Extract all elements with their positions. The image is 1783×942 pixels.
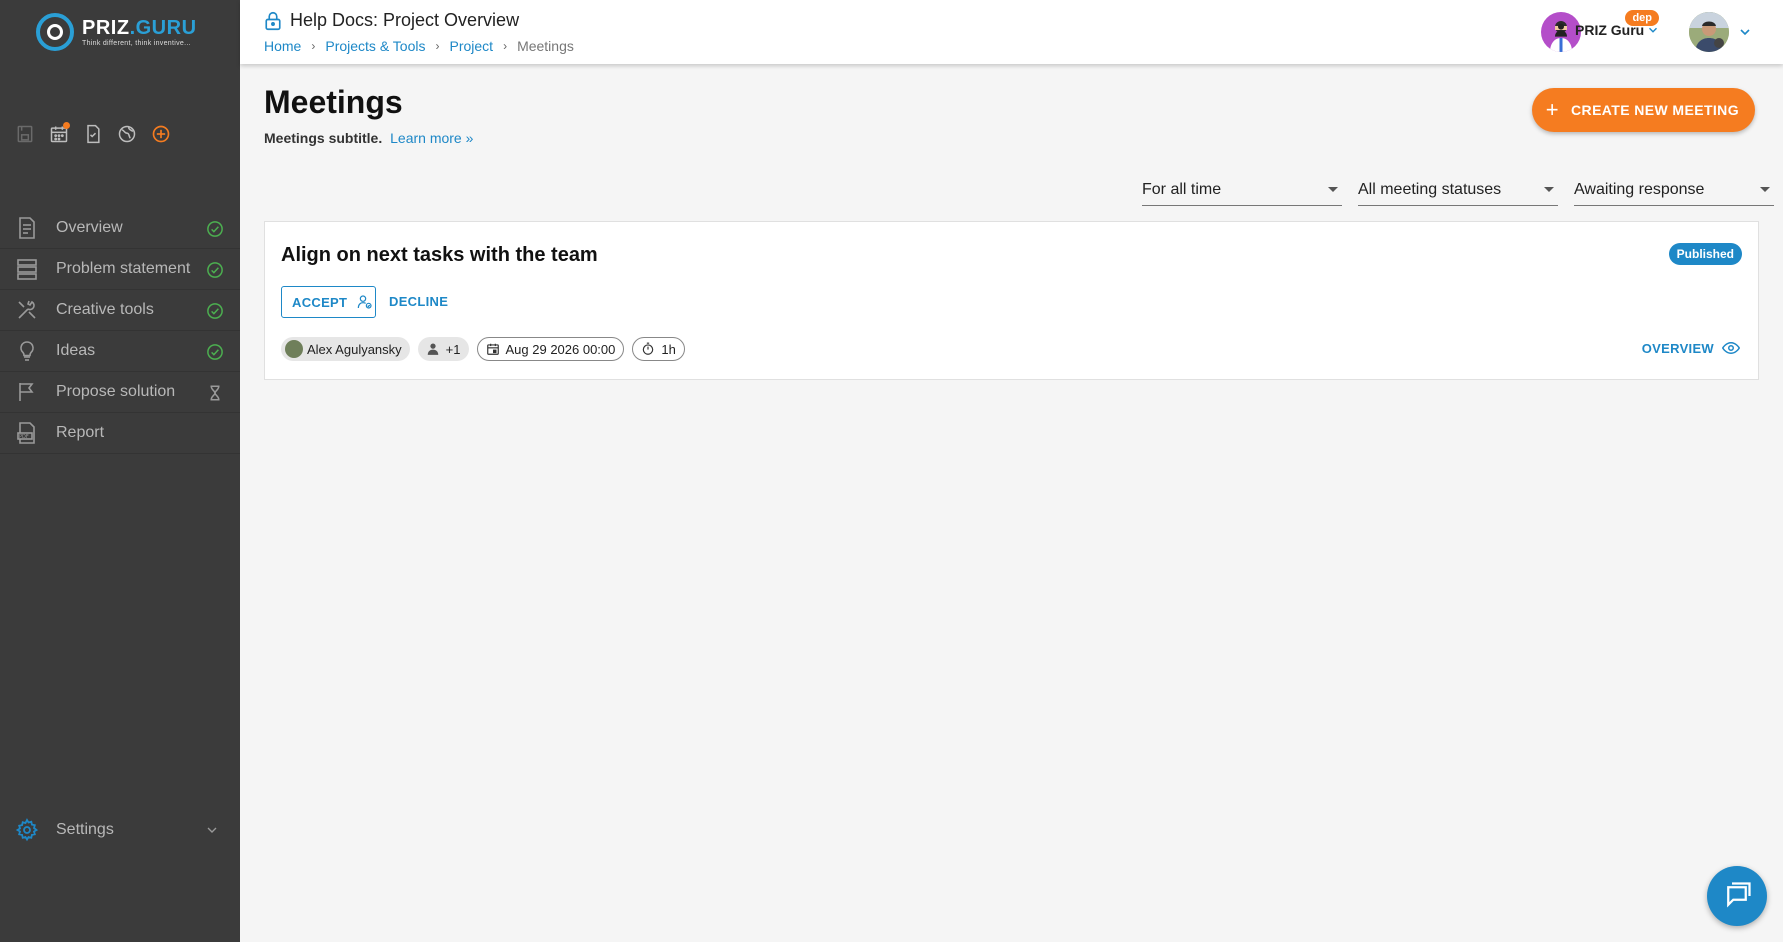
gear-icon — [14, 817, 40, 843]
svg-text:PDF: PDF — [19, 434, 29, 440]
dropdown-arrow-icon — [1760, 187, 1770, 192]
check-circle-icon — [207, 303, 223, 319]
attendees-count: +1 — [445, 341, 461, 357]
organizer-avatar — [285, 340, 303, 358]
meeting-duration: 1h — [661, 341, 676, 357]
project-title: Help Docs: Project Overview — [290, 10, 520, 30]
breadcrumb-current: Meetings — [517, 38, 574, 54]
logo-name: PRIZ.GURU — [82, 16, 197, 39]
overview-icon — [14, 215, 40, 241]
sidebar-item-label: Ideas — [56, 342, 96, 359]
top-bar: Help Docs: Project Overview Home › Proje… — [240, 0, 1783, 64]
chevron-down-icon — [207, 827, 217, 833]
breadcrumb: Home › Projects & Tools › Project › Meet… — [264, 38, 574, 54]
sidebar-item-overview[interactable]: Overview — [0, 208, 240, 249]
pdf-icon: PDF — [14, 420, 40, 446]
timer-icon — [643, 342, 654, 355]
period-filter-select[interactable]: For all time — [1142, 174, 1342, 206]
layers-icon — [14, 256, 40, 282]
sidebar-item-report[interactable]: PDF Report — [0, 413, 240, 454]
sidebar-item-label: Overview — [56, 219, 123, 236]
breadcrumb-separator: › — [311, 39, 316, 53]
sidebar-item-settings[interactable]: Settings — [0, 810, 240, 850]
save-icon[interactable] — [14, 123, 36, 145]
dropdown-arrow-icon — [1328, 187, 1338, 192]
filters: For all time All meeting statuses Awaiti… — [1142, 174, 1774, 206]
subtitle-text: Meetings subtitle. — [264, 130, 383, 146]
page-subtitle: Meetings subtitle. Learn more » — [264, 130, 473, 146]
task-icon[interactable] — [82, 123, 104, 145]
chat-support-button[interactable] — [1707, 866, 1767, 926]
logo-tagline: Think different, think inventive... — [82, 39, 191, 47]
lightbulb-icon — [14, 338, 40, 364]
meeting-details: Alex Agulyansky +1 Aug 29 2026 00:00 1h — [281, 337, 685, 361]
profile-avatar[interactable] — [1689, 12, 1729, 52]
lock-icon — [265, 11, 281, 30]
dropdown-arrow-icon — [1544, 187, 1554, 192]
calendar-icon — [486, 343, 499, 355]
settings-label: Settings — [56, 821, 114, 838]
breadcrumb-separator: › — [503, 39, 508, 53]
status-filter-select[interactable]: All meeting statuses — [1358, 174, 1558, 206]
accept-button[interactable]: ACCEPT — [281, 286, 376, 318]
tools-icon — [14, 297, 40, 323]
sidebar-item-problem-statement[interactable]: Problem statement — [0, 249, 240, 290]
response-filter-select[interactable]: Awaiting response — [1574, 174, 1774, 206]
sidebar-item-creative-tools[interactable]: Creative tools — [0, 290, 240, 331]
sidebar: PRIZ.GURU Think different, think inventi… — [0, 0, 240, 942]
logo-mark-icon — [36, 13, 74, 51]
meeting-date: Aug 29 2026 00:00 — [505, 341, 616, 357]
learn-more-link[interactable]: Learn more » — [390, 130, 473, 146]
status-badge: Published — [1668, 243, 1742, 265]
quick-actions — [0, 64, 240, 174]
sidebar-item-label: Propose solution — [56, 383, 176, 400]
check-circle-icon — [207, 221, 223, 237]
attendees-chip[interactable]: +1 — [417, 337, 469, 361]
check-circle-icon — [207, 262, 223, 278]
sidebar-item-label: Report — [56, 424, 105, 441]
logo[interactable]: PRIZ.GURU Think different, think inventi… — [0, 0, 240, 64]
response-filter-value: Awaiting response — [1574, 180, 1705, 198]
notification-dot — [63, 122, 70, 129]
period-filter-value: For all time — [1142, 180, 1222, 198]
meeting-card: Align on next tasks with the team Publis… — [264, 221, 1759, 380]
decline-button[interactable]: DECLINE — [389, 294, 448, 309]
check-circle-icon — [207, 344, 223, 360]
plus-icon: + — [1545, 97, 1560, 122]
meeting-overview-button[interactable]: OVERVIEW — [1642, 339, 1740, 357]
organizer-chip[interactable]: Alex Agulyansky — [281, 337, 410, 361]
sidebar-item-label: Problem statement — [56, 260, 191, 277]
duration-chip: 1h — [632, 337, 685, 361]
page-title: Meetings — [264, 84, 403, 120]
eye-icon — [1722, 341, 1740, 355]
breadcrumb-separator: › — [435, 39, 440, 53]
chat-icon — [1727, 882, 1751, 908]
person-icon — [427, 343, 438, 355]
person-check-icon — [357, 295, 372, 309]
sidebar-item-propose-solution[interactable]: Propose solution — [0, 372, 240, 413]
meeting-title: Align on next tasks with the team — [281, 244, 598, 266]
breadcrumb-home[interactable]: Home — [264, 38, 301, 54]
person-icon — [1555, 23, 1567, 37]
sidebar-nav: Overview Problem statement Creative tool… — [0, 208, 240, 454]
add-circle-icon[interactable] — [150, 123, 172, 145]
globe-icon[interactable] — [116, 123, 138, 145]
page-header-title: Help Docs: Project Overview — [264, 10, 519, 31]
breadcrumb-projects-tools[interactable]: Projects & Tools — [325, 38, 425, 54]
status-filter-value: All meeting statuses — [1358, 180, 1502, 198]
hourglass-icon — [210, 385, 220, 401]
flag-icon — [14, 379, 40, 405]
breadcrumb-project[interactable]: Project — [449, 38, 493, 54]
overview-label: OVERVIEW — [1641, 340, 1714, 356]
organizer-name: Alex Agulyansky — [307, 341, 402, 357]
calendar-icon[interactable] — [48, 122, 70, 145]
sidebar-item-label: Creative tools — [56, 301, 154, 318]
chevron-down-icon[interactable] — [1737, 24, 1753, 40]
sidebar-item-ideas[interactable]: Ideas — [0, 331, 240, 372]
accept-label: ACCEPT — [292, 294, 348, 310]
environment-badge: dep — [1625, 10, 1659, 26]
date-chip: Aug 29 2026 00:00 — [476, 337, 625, 361]
create-button-label: CREATE NEW MEETING — [1571, 102, 1739, 118]
create-new-meeting-button[interactable]: + CREATE NEW MEETING — [1531, 88, 1755, 132]
